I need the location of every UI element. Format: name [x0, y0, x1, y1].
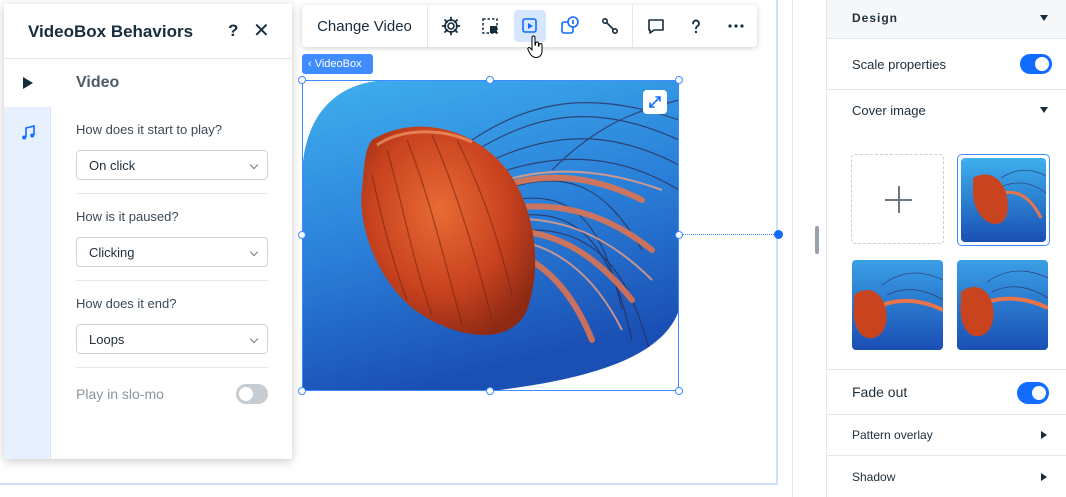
- anchor-connector-line: [682, 234, 776, 235]
- slomo-toggle[interactable]: [236, 384, 268, 404]
- chevron-down-icon: [249, 247, 259, 257]
- resize-handle-left[interactable]: [298, 231, 306, 239]
- selection-frame: [302, 80, 679, 391]
- crop-icon[interactable]: [474, 10, 506, 42]
- resize-handle-top[interactable]: [486, 76, 494, 84]
- resize-handle-right[interactable]: [675, 231, 683, 239]
- animation-icon[interactable]: [554, 10, 586, 42]
- editor-root: ‹ VideoBox Change Video VideoBox Behavio…: [0, 0, 1066, 497]
- resize-handle-top-left[interactable]: [298, 76, 306, 84]
- element-tag-label: ‹ VideoBox: [308, 58, 362, 70]
- play-icon: [22, 77, 33, 89]
- start-play-value: On click: [89, 158, 136, 173]
- divider: [76, 280, 268, 281]
- divider: [76, 367, 268, 368]
- design-section-header[interactable]: Design: [827, 0, 1066, 39]
- shadow-label: Shadow: [852, 470, 896, 484]
- cover-thumbnail-1[interactable]: [961, 158, 1046, 242]
- scale-properties-row: Scale properties: [827, 39, 1066, 90]
- start-play-label: How does it start to play?: [76, 122, 222, 137]
- expand-icon[interactable]: [643, 90, 667, 114]
- toggle-knob: [1032, 386, 1046, 400]
- cover-thumbnail-2[interactable]: [852, 260, 943, 350]
- panel-header: VideoBox Behaviors ? ✕: [4, 4, 292, 59]
- divider: [76, 193, 268, 194]
- collapse-arrow-icon: [1040, 15, 1048, 21]
- tab-audio[interactable]: [4, 109, 51, 157]
- chevron-down-icon: [249, 334, 259, 344]
- toggle-knob: [1035, 57, 1049, 71]
- expand-arrow-icon: [1041, 431, 1047, 439]
- cover-image-row[interactable]: Cover image: [827, 90, 1066, 130]
- cover-image-label: Cover image: [852, 103, 926, 118]
- shadow-row[interactable]: Shadow: [827, 456, 1066, 497]
- resize-handle-top-right[interactable]: [675, 76, 683, 84]
- design-panel: Design Scale properties Cover image Fade…: [826, 0, 1066, 497]
- resize-handle-bottom-right[interactable]: [675, 387, 683, 395]
- expand-arrow-icon: [1041, 473, 1047, 481]
- anchor-point[interactable]: [774, 230, 783, 239]
- element-name-tag[interactable]: ‹ VideoBox: [302, 54, 373, 74]
- help-icon[interactable]: [680, 10, 712, 42]
- music-note-icon: [21, 125, 35, 140]
- resize-handle-bottom-left[interactable]: [298, 387, 306, 395]
- fade-out-toggle[interactable]: [1017, 382, 1049, 404]
- toolbar-separator: [632, 5, 633, 47]
- panel-resize-handle[interactable]: [815, 226, 819, 254]
- panel-tab-rail: [4, 59, 51, 459]
- cover-thumbnail-3[interactable]: [957, 260, 1048, 350]
- paused-label: How is it paused?: [76, 209, 179, 224]
- panel-title: VideoBox Behaviors: [28, 22, 194, 41]
- panel-divider: [792, 0, 793, 497]
- end-value: Loops: [89, 332, 125, 347]
- slomo-label: Play in slo-mo: [76, 386, 164, 402]
- tab-video[interactable]: [4, 59, 51, 107]
- connect-icon[interactable]: [594, 10, 626, 42]
- comment-icon[interactable]: [640, 10, 672, 42]
- fade-out-row: Fade out: [827, 369, 1066, 415]
- end-dropdown[interactable]: Loops: [76, 324, 268, 354]
- change-video-button[interactable]: Change Video: [302, 5, 428, 47]
- design-title: Design: [852, 11, 899, 25]
- hand-pointer-cursor-icon: [527, 35, 543, 59]
- toggle-knob: [239, 387, 253, 401]
- paused-dropdown[interactable]: Clicking: [76, 237, 268, 267]
- chevron-down-icon: [249, 160, 259, 170]
- resize-handle-bottom[interactable]: [486, 387, 494, 395]
- add-cover-image-button[interactable]: [851, 154, 944, 244]
- fade-out-label: Fade out: [852, 384, 908, 400]
- section-title: Video: [76, 74, 120, 91]
- collapse-arrow-icon: [1040, 107, 1048, 113]
- scale-properties-label: Scale properties: [852, 57, 946, 72]
- scale-properties-toggle[interactable]: [1020, 54, 1052, 74]
- pattern-overlay-row[interactable]: Pattern overlay: [827, 415, 1066, 456]
- panel-close-button[interactable]: ✕: [253, 18, 270, 43]
- panel-help-button[interactable]: ?: [228, 21, 238, 41]
- pattern-overlay-label: Pattern overlay: [852, 428, 933, 442]
- settings-icon[interactable]: [435, 10, 467, 42]
- behaviors-panel: VideoBox Behaviors ? ✕ Video How does it…: [4, 4, 292, 459]
- end-label: How does it end?: [76, 296, 177, 311]
- start-play-dropdown[interactable]: On click: [76, 150, 268, 180]
- more-icon[interactable]: [720, 10, 752, 42]
- paused-value: Clicking: [89, 245, 135, 260]
